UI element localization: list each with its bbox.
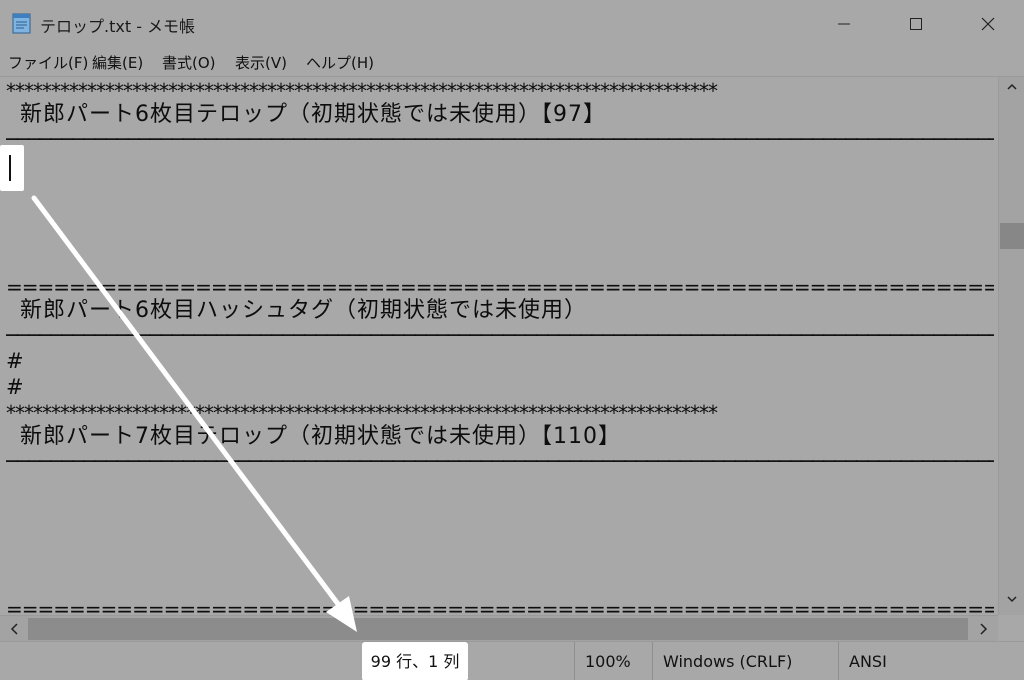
menu-help[interactable]: ヘルプ(H) [306,52,374,73]
line-ending: Windows (CRLF) [652,642,838,680]
maximize-icon [910,18,922,30]
maximize-button[interactable] [880,0,952,48]
chevron-up-icon [1007,83,1017,90]
zoom-level: 100% [574,642,652,680]
text-line: # [6,375,24,399]
scroll-up-button[interactable] [999,81,1024,99]
text-line: # [6,349,24,373]
scroll-right-button[interactable] [974,620,992,638]
chevron-down-icon [1007,596,1017,603]
text-line [6,543,994,571]
scrollbar-corner [998,615,1024,641]
vertical-scroll-thumb[interactable] [1000,223,1024,249]
text-caret [9,155,11,181]
menu-view[interactable]: 表示(V) [235,52,287,73]
cursor-position: 99 行、1 列 [362,642,468,680]
minimize-icon [838,23,850,25]
text-editor[interactable]: ****************************************… [0,76,1024,616]
scroll-left-button[interactable] [6,620,24,638]
chevron-right-icon [980,623,988,635]
text-content[interactable]: ****************************************… [0,77,998,616]
text-line: ========================================… [6,597,994,616]
menu-edit[interactable]: 編集(E) [92,52,143,73]
title-bar: テロップ.txt - メモ帳 [0,0,1024,48]
menu-file[interactable]: ファイル(F) [8,52,88,73]
caret-highlight [0,145,24,191]
close-icon [981,17,995,31]
scroll-down-button[interactable] [999,593,1024,611]
horizontal-scrollbar[interactable] [0,615,998,641]
text-line: ────────────────────────────────────────… [6,323,994,347]
window-title: テロップ.txt - メモ帳 [40,17,196,36]
encoding: ANSI [838,642,1024,680]
status-bar: 99 行、1 列 100% Windows (CRLF) ANSI [0,641,1024,680]
menu-format[interactable]: 書式(O) [162,52,216,73]
close-button[interactable] [952,0,1024,48]
chevron-left-icon [10,623,18,635]
minimize-button[interactable] [808,0,880,48]
horizontal-scroll-thumb[interactable] [28,618,968,640]
vertical-scrollbar[interactable] [998,77,1024,616]
text-line [6,221,994,249]
notepad-icon[interactable] [12,12,32,34]
menu-bar: ファイル(F) 編集(E) 書式(O) 表示(V) ヘルプ(H) [0,48,1024,76]
